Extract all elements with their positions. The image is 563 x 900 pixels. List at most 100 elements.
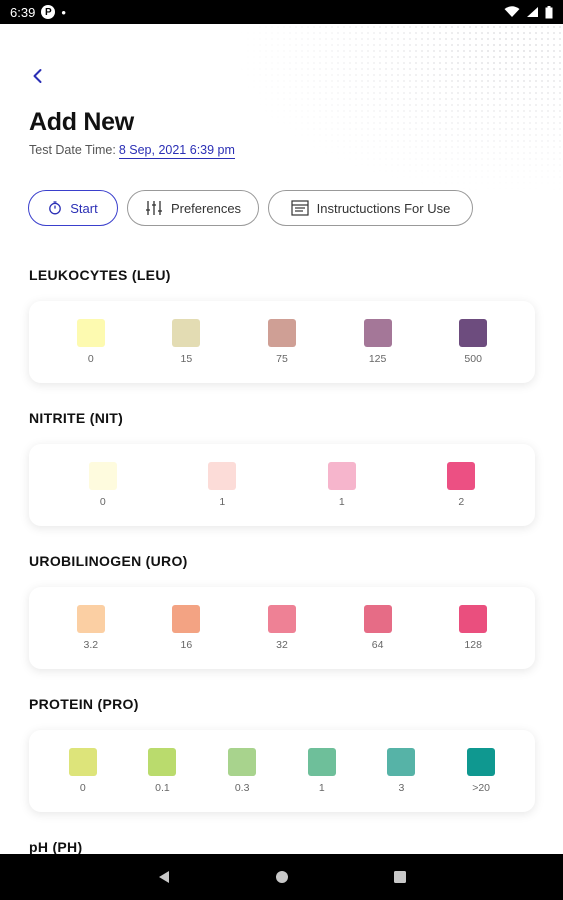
color-swatch[interactable]: 0.1 bbox=[148, 748, 177, 794]
nav-recents-button[interactable] bbox=[390, 867, 410, 887]
document-list-icon bbox=[291, 200, 309, 216]
section-title: UROBILINOGEN (URO) bbox=[29, 553, 188, 569]
start-label: Start bbox=[70, 200, 98, 216]
swatch-value-label: 15 bbox=[180, 353, 193, 365]
swatch-card: 0 15 75 125 500 bbox=[29, 301, 535, 383]
status-time: 6:39 bbox=[10, 4, 36, 20]
swatch-row: 0 0.1 0.3 1 3 >20 bbox=[29, 730, 535, 812]
swatch-value-label: 125 bbox=[368, 353, 387, 365]
color-swatch[interactable]: 16 bbox=[172, 605, 201, 651]
swatch-value-label: 0 bbox=[99, 496, 106, 508]
preferences-label: Preferences bbox=[170, 200, 242, 216]
color-swatch[interactable]: 32 bbox=[267, 605, 296, 651]
section-title: PROTEIN (PRO) bbox=[29, 696, 139, 712]
section-title: pH (PH) bbox=[29, 839, 83, 855]
swatch-value-label: 500 bbox=[464, 353, 482, 365]
chevron-left-icon bbox=[33, 69, 42, 83]
color-swatch[interactable]: 3 bbox=[387, 748, 416, 794]
color-chip[interactable] bbox=[363, 605, 392, 633]
color-chip[interactable] bbox=[387, 748, 416, 776]
timer-icon bbox=[49, 201, 62, 215]
swatch-row: 0 1 1 2 bbox=[29, 444, 535, 526]
color-swatch[interactable]: 3.2 bbox=[76, 605, 105, 651]
color-chip[interactable] bbox=[172, 319, 201, 347]
decorative-dot-pattern bbox=[233, 24, 563, 194]
color-chip[interactable] bbox=[88, 462, 117, 490]
color-chip[interactable] bbox=[68, 748, 97, 776]
color-swatch[interactable]: 1 bbox=[307, 748, 336, 794]
test-datetime: Test Date Time: 8 Sep, 2021 6:39 pm bbox=[29, 143, 235, 159]
color-swatch[interactable]: 64 bbox=[363, 605, 392, 651]
instructions-button[interactable]: Instructuctions For Use bbox=[268, 190, 473, 226]
sliders-icon bbox=[145, 201, 162, 215]
swatch-value-label: >20 bbox=[472, 782, 491, 794]
system-nav-bar bbox=[0, 854, 563, 900]
section-title: NITRITE (NIT) bbox=[29, 410, 124, 426]
signal-icon bbox=[527, 7, 538, 17]
swatch-value-label: 75 bbox=[276, 353, 288, 365]
color-chip[interactable] bbox=[307, 748, 336, 776]
color-swatch[interactable]: 128 bbox=[459, 605, 488, 651]
small-dot-icon: • bbox=[61, 4, 66, 20]
color-chip[interactable] bbox=[459, 319, 488, 347]
swatch-value-label: 3 bbox=[398, 782, 405, 794]
color-chip[interactable] bbox=[327, 462, 356, 490]
swatch-value-label: 2 bbox=[458, 496, 465, 508]
square-recents-icon bbox=[393, 871, 406, 883]
swatch-value-label: 0.3 bbox=[234, 782, 250, 794]
color-chip[interactable] bbox=[172, 605, 201, 633]
swatch-value-label: 1 bbox=[318, 782, 325, 794]
swatch-value-label: 1 bbox=[219, 496, 226, 508]
color-swatch[interactable]: 1 bbox=[208, 462, 237, 508]
swatch-value-label: 3.2 bbox=[83, 639, 99, 651]
circle-home-icon bbox=[275, 871, 288, 883]
swatch-row: 3.2 16 32 64 128 bbox=[29, 587, 535, 669]
color-swatch[interactable]: 15 bbox=[172, 319, 201, 365]
battery-icon bbox=[545, 5, 553, 18]
swatch-value-label: 0 bbox=[87, 353, 94, 365]
page-title: Add New bbox=[29, 108, 134, 136]
color-swatch[interactable]: 1 bbox=[327, 462, 356, 508]
section-title: LEUKOCYTES (LEU) bbox=[29, 267, 171, 283]
wifi-icon bbox=[504, 6, 520, 17]
color-chip[interactable] bbox=[447, 462, 476, 490]
start-button[interactable]: Start bbox=[28, 190, 118, 226]
preferences-button[interactable]: Preferences bbox=[127, 190, 259, 226]
swatch-card: 0 0.1 0.3 1 3 >20 bbox=[29, 730, 535, 812]
color-swatch[interactable]: 0.3 bbox=[228, 748, 257, 794]
color-swatch[interactable]: 0 bbox=[88, 462, 117, 508]
swatch-card: 0 1 1 2 bbox=[29, 444, 535, 526]
swatch-value-label: 0.1 bbox=[155, 782, 170, 794]
color-chip[interactable] bbox=[76, 605, 105, 633]
test-datetime-value[interactable]: 8 Sep, 2021 6:39 pm bbox=[118, 143, 235, 159]
test-datetime-label: Test Date Time: bbox=[29, 143, 116, 157]
instructions-label: Instructuctions For Use bbox=[316, 200, 451, 216]
nav-home-button[interactable] bbox=[272, 867, 292, 887]
color-swatch[interactable]: 500 bbox=[459, 319, 488, 365]
color-chip[interactable] bbox=[267, 319, 296, 347]
color-chip[interactable] bbox=[459, 605, 488, 633]
back-button[interactable] bbox=[28, 66, 48, 86]
color-chip[interactable] bbox=[148, 748, 177, 776]
nav-back-button[interactable] bbox=[154, 867, 174, 887]
color-swatch[interactable]: 75 bbox=[267, 319, 296, 365]
swatch-row: 0 15 75 125 500 bbox=[29, 301, 535, 383]
triangle-back-icon bbox=[158, 871, 169, 883]
color-swatch[interactable]: >20 bbox=[467, 748, 496, 794]
color-chip[interactable] bbox=[467, 748, 496, 776]
swatch-value-label: 16 bbox=[180, 639, 193, 651]
color-swatch[interactable]: 0 bbox=[68, 748, 97, 794]
color-swatch[interactable]: 0 bbox=[76, 319, 105, 365]
swatch-value-label: 0 bbox=[79, 782, 86, 794]
color-chip[interactable] bbox=[208, 462, 237, 490]
swatch-value-label: 32 bbox=[276, 639, 288, 651]
color-swatch[interactable]: 2 bbox=[447, 462, 476, 508]
swatch-value-label: 64 bbox=[371, 639, 384, 651]
color-swatch[interactable]: 125 bbox=[363, 319, 392, 365]
color-chip[interactable] bbox=[228, 748, 257, 776]
status-bar: 6:39 P • bbox=[0, 0, 563, 24]
color-chip[interactable] bbox=[363, 319, 392, 347]
swatch-value-label: 1 bbox=[338, 496, 345, 508]
color-chip[interactable] bbox=[76, 319, 105, 347]
color-chip[interactable] bbox=[267, 605, 296, 633]
